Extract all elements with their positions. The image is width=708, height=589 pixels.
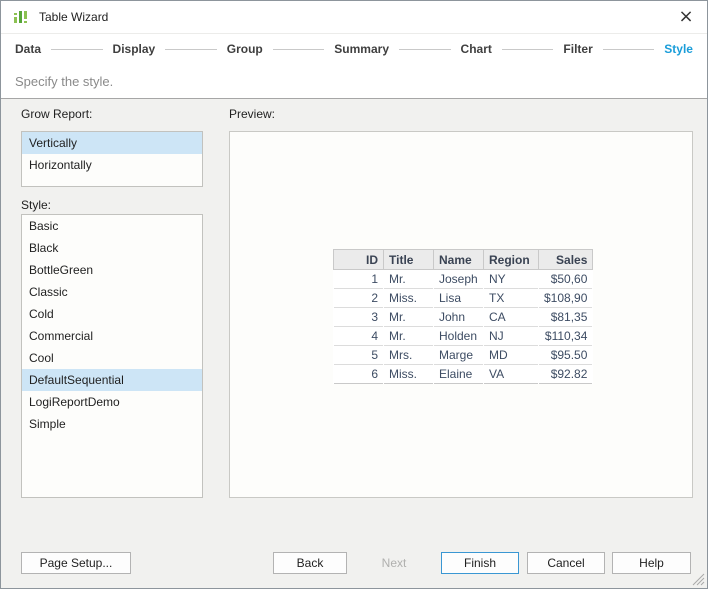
preview-header-cell: Title bbox=[384, 250, 434, 270]
wizard-step-chart[interactable]: Chart bbox=[461, 42, 492, 56]
preview-table-row: 4Mr.HoldenNJ$110,34 bbox=[334, 327, 593, 346]
help-button[interactable]: Help bbox=[612, 552, 691, 574]
preview-label: Preview: bbox=[229, 107, 275, 121]
wizard-step-style[interactable]: Style bbox=[664, 42, 693, 56]
preview-table-row: 2Miss.LisaTX$108,90 bbox=[334, 289, 593, 308]
preview-cell: 6 bbox=[334, 365, 384, 384]
style-option-basic[interactable]: Basic bbox=[22, 215, 202, 237]
step-connector bbox=[502, 49, 554, 50]
grow-report-label: Grow Report: bbox=[21, 107, 92, 121]
step-connector bbox=[273, 49, 325, 50]
wizard-steps: Data Display Group Summary Chart Filter Style bbox=[1, 34, 707, 64]
style-listbox: BasicBlackBottleGreenClassicColdCommerci… bbox=[21, 214, 203, 498]
preview-header-cell: Region bbox=[484, 250, 539, 270]
preview-cell: John bbox=[434, 308, 484, 327]
preview-table-row: 6Miss.ElaineVA$92.82 bbox=[334, 365, 593, 384]
style-option-cool[interactable]: Cool bbox=[22, 347, 202, 369]
grow-report-option-horizontally[interactable]: Horizontally bbox=[22, 154, 202, 176]
preview-cell: Mrs. bbox=[384, 346, 434, 365]
preview-table-row: 5Mrs.MargeMD$95.50 bbox=[334, 346, 593, 365]
style-option-classic[interactable]: Classic bbox=[22, 281, 202, 303]
title-bar: Table Wizard × bbox=[1, 1, 707, 34]
wizard-step-display[interactable]: Display bbox=[113, 42, 156, 56]
wizard-step-data[interactable]: Data bbox=[15, 42, 41, 56]
cancel-button[interactable]: Cancel bbox=[527, 552, 605, 574]
preview-cell: $50,60 bbox=[539, 270, 593, 289]
preview-cell: MD bbox=[484, 346, 539, 365]
step-connector bbox=[603, 49, 655, 50]
preview-cell: CA bbox=[484, 308, 539, 327]
equalizer-chart-icon bbox=[13, 9, 29, 25]
preview-cell: 1 bbox=[334, 270, 384, 289]
step-connector bbox=[399, 49, 451, 50]
preview-cell: NY bbox=[484, 270, 539, 289]
preview-header-cell: Sales bbox=[539, 250, 593, 270]
preview-cell: NJ bbox=[484, 327, 539, 346]
content-area: Grow Report: VerticallyHorizontally Styl… bbox=[1, 99, 707, 588]
page-setup-button[interactable]: Page Setup... bbox=[21, 552, 131, 574]
style-option-cold[interactable]: Cold bbox=[22, 303, 202, 325]
back-button[interactable]: Back bbox=[273, 552, 347, 574]
preview-cell: Miss. bbox=[384, 289, 434, 308]
style-option-defaultsequential[interactable]: DefaultSequential bbox=[22, 369, 202, 391]
preview-cell: Lisa bbox=[434, 289, 484, 308]
preview-table-row: 3Mr.JohnCA$81,35 bbox=[334, 308, 593, 327]
wizard-step-group[interactable]: Group bbox=[227, 42, 263, 56]
style-option-logireportdemo[interactable]: LogiReportDemo bbox=[22, 391, 202, 413]
preview-table-row: 1Mr.JosephNY$50,60 bbox=[334, 270, 593, 289]
preview-cell: Holden bbox=[434, 327, 484, 346]
preview-cell: Mr. bbox=[384, 308, 434, 327]
preview-cell: Mr. bbox=[384, 270, 434, 289]
preview-cell: 2 bbox=[334, 289, 384, 308]
grow-report-listbox: VerticallyHorizontally bbox=[21, 131, 203, 187]
style-option-commercial[interactable]: Commercial bbox=[22, 325, 202, 347]
window-title: Table Wizard bbox=[39, 10, 108, 24]
preview-header-cell: Name bbox=[434, 250, 484, 270]
preview-cell: $110,34 bbox=[539, 327, 593, 346]
preview-cell: $81,35 bbox=[539, 308, 593, 327]
preview-cell: Miss. bbox=[384, 365, 434, 384]
style-option-simple[interactable]: Simple bbox=[22, 413, 202, 435]
preview-cell: TX bbox=[484, 289, 539, 308]
preview-cell: 4 bbox=[334, 327, 384, 346]
style-option-bottlegreen[interactable]: BottleGreen bbox=[22, 259, 202, 281]
style-option-black[interactable]: Black bbox=[22, 237, 202, 259]
step-description: Specify the style. bbox=[1, 64, 707, 99]
close-icon[interactable]: × bbox=[675, 6, 697, 28]
step-connector bbox=[51, 49, 103, 50]
finish-button[interactable]: Finish bbox=[441, 552, 519, 574]
preview-table: IDTitleNameRegionSales 1Mr.JosephNY$50,6… bbox=[333, 249, 593, 384]
wizard-step-summary[interactable]: Summary bbox=[334, 42, 389, 56]
preview-cell: 3 bbox=[334, 308, 384, 327]
preview-cell: Marge bbox=[434, 346, 484, 365]
preview-cell: Elaine bbox=[434, 365, 484, 384]
preview-cell: Mr. bbox=[384, 327, 434, 346]
grow-report-option-vertically[interactable]: Vertically bbox=[22, 132, 202, 154]
preview-header-cell: ID bbox=[334, 250, 384, 270]
preview-cell: 5 bbox=[334, 346, 384, 365]
preview-cell: $95.50 bbox=[539, 346, 593, 365]
resize-grip-icon[interactable] bbox=[692, 573, 705, 586]
preview-cell: Joseph bbox=[434, 270, 484, 289]
preview-cell: VA bbox=[484, 365, 539, 384]
step-connector bbox=[165, 49, 217, 50]
wizard-step-filter[interactable]: Filter bbox=[563, 42, 592, 56]
next-button[interactable]: Next bbox=[357, 552, 431, 574]
table-wizard-dialog: Table Wizard × Data Display Group Summary Ch… bbox=[0, 0, 708, 589]
style-label: Style: bbox=[21, 198, 51, 212]
preview-cell: $108,90 bbox=[539, 289, 593, 308]
preview-cell: $92.82 bbox=[539, 365, 593, 384]
preview-panel: IDTitleNameRegionSales 1Mr.JosephNY$50,6… bbox=[229, 131, 693, 498]
